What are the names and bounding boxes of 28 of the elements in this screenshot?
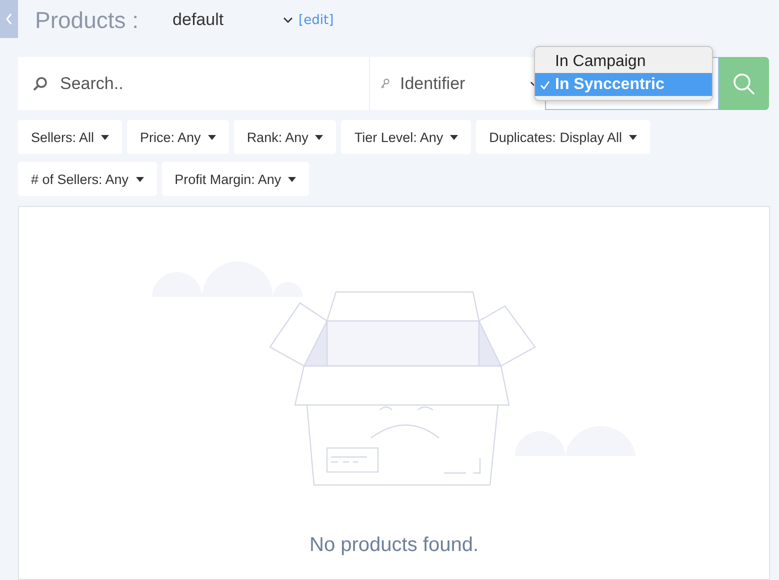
search-field[interactable]: Search.. — [18, 57, 370, 110]
caret-icon — [101, 134, 110, 140]
filter-dropdown[interactable]: Tier Level: Any — [341, 120, 472, 154]
key-icon — [380, 78, 390, 90]
filter-dropdown[interactable]: # of Sellers: Any — [18, 162, 157, 196]
identifier-select[interactable]: Identifier — [370, 57, 545, 110]
filter-dropdown[interactable]: Profit Margin: Any — [162, 162, 310, 196]
page-title: Products : — [35, 6, 139, 34]
search-icon — [32, 76, 48, 92]
search-button[interactable] — [719, 57, 769, 110]
filter-dropdown[interactable]: Duplicates: Display All — [476, 120, 650, 154]
caret-icon — [288, 176, 296, 182]
checkmark-icon — [540, 80, 550, 90]
view-select[interactable]: default — [172, 10, 293, 30]
chevron-down-icon — [282, 17, 293, 23]
search-input[interactable]: Search.. — [58, 72, 342, 94]
empty-message: No products found. — [310, 534, 478, 557]
search-icon — [732, 72, 756, 96]
filter-dropdown[interactable]: Rank: Any — [234, 120, 336, 154]
caret-icon — [315, 134, 324, 140]
chevron-left-icon — [5, 13, 13, 25]
filter-dropdown[interactable]: Price: Any — [127, 120, 229, 154]
caret-icon — [450, 134, 458, 140]
caret-icon — [208, 134, 216, 140]
filter-dropdown[interactable]: Sellers: All — [18, 120, 122, 154]
caret-icon — [628, 134, 637, 140]
caret-icon — [136, 176, 144, 182]
collapse-button[interactable] — [0, 0, 18, 38]
